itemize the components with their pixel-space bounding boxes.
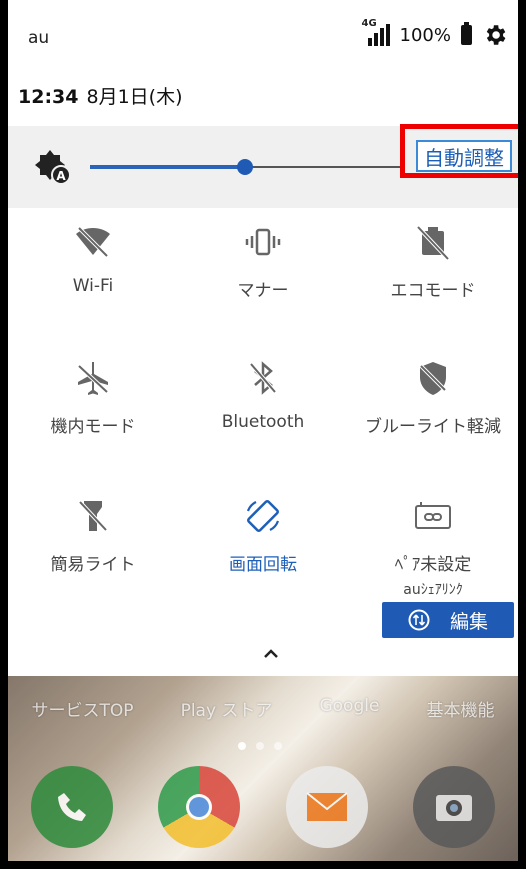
battery-icon — [461, 22, 472, 45]
chevron-up-icon[interactable] — [262, 646, 280, 660]
date-label: 8月1日(木) — [86, 86, 183, 108]
bluetooth-off-icon — [249, 361, 277, 395]
status-icons: 4G 100% — [362, 18, 508, 48]
auto-brightness-icon: A — [35, 150, 71, 184]
wifi-off-icon — [76, 226, 110, 258]
page-indicator — [238, 742, 282, 750]
status-bar: au 4G 100% — [8, 0, 518, 70]
edit-button-label: 編集 — [449, 610, 488, 633]
clock: 12:34 — [18, 86, 79, 108]
signal-icon: 4G — [362, 18, 390, 46]
flashlight-off-icon — [78, 500, 108, 532]
tile-eco-mode[interactable]: エコモード — [348, 222, 518, 301]
tile-label: ﾍﾟｱ未設定 — [394, 555, 472, 575]
tile-label: 画面回転 — [229, 555, 297, 575]
tile-bluetooth[interactable]: Bluetooth — [178, 358, 348, 432]
tile-label: マナー — [237, 281, 289, 301]
app-label: Play ストア — [180, 701, 273, 721]
settings-gear-icon[interactable] — [482, 22, 508, 48]
dock — [8, 766, 518, 848]
home-screen-background: サービスTOP Play ストア Google 基本機能 — [8, 676, 518, 861]
edit-button[interactable]: 編集 — [382, 602, 514, 638]
brightness-row: A 自動調整 — [8, 124, 518, 208]
brightness-slider-fill — [90, 165, 245, 169]
auto-brightness-button[interactable]: 自動調整 — [416, 140, 512, 172]
tile-label: エコモード — [390, 281, 476, 301]
svg-text:A: A — [56, 169, 66, 183]
tile-label: 機内モード — [50, 417, 136, 437]
app-label: サービスTOP — [31, 701, 134, 721]
app-labels-row: サービスTOP Play ストア Google 基本機能 — [8, 696, 518, 721]
edit-sort-icon — [408, 609, 430, 631]
share-link-icon — [415, 502, 451, 529]
rotate-icon — [246, 500, 280, 532]
airplane-icon — [77, 362, 109, 395]
tile-label: Bluetooth — [221, 412, 305, 432]
tile-label: ブルーライト軽減 — [365, 417, 501, 437]
chrome-app-icon[interactable] — [158, 766, 241, 848]
network-type-label: 4G — [361, 18, 377, 29]
tile-rotate[interactable]: 画面回転 — [178, 496, 348, 575]
app-label: 基本機能 — [426, 701, 495, 721]
tile-blue-light[interactable]: ブルーライト軽減 — [348, 358, 518, 437]
carrier-label: au — [28, 28, 50, 48]
tile-wifi[interactable]: Wi-Fi — [8, 222, 178, 296]
eco-mode-icon — [416, 225, 450, 261]
tile-label: 簡易ライト — [50, 555, 136, 575]
battery-percent: 100% — [399, 24, 451, 46]
phone-app-icon[interactable] — [30, 766, 113, 848]
blue-light-icon — [419, 362, 447, 395]
tile-sublabel: auｼｪｱﾘﾝｸ — [403, 582, 463, 598]
vibrate-icon — [245, 228, 281, 256]
brightness-slider-thumb[interactable] — [237, 159, 253, 175]
screen-frame: au 4G 100% 12:34 8月1日(木) A 自動調整 Wi-Fi マナ… — [0, 0, 526, 869]
camera-app-icon[interactable] — [413, 766, 496, 848]
tile-flashlight[interactable]: 簡易ライト — [8, 496, 178, 575]
date-time: 12:34 8月1日(木) — [18, 82, 183, 109]
au-mail-app-icon[interactable] — [285, 766, 368, 848]
brightness-slider[interactable] — [90, 159, 400, 175]
tile-share-link[interactable]: ﾍﾟｱ未設定 auｼｪｱﾘﾝｸ — [348, 496, 518, 599]
tile-label: Wi-Fi — [72, 276, 114, 296]
app-label: Google — [319, 696, 380, 716]
tile-manner[interactable]: マナー — [178, 222, 348, 301]
tile-airplane[interactable]: 機内モード — [8, 358, 178, 437]
